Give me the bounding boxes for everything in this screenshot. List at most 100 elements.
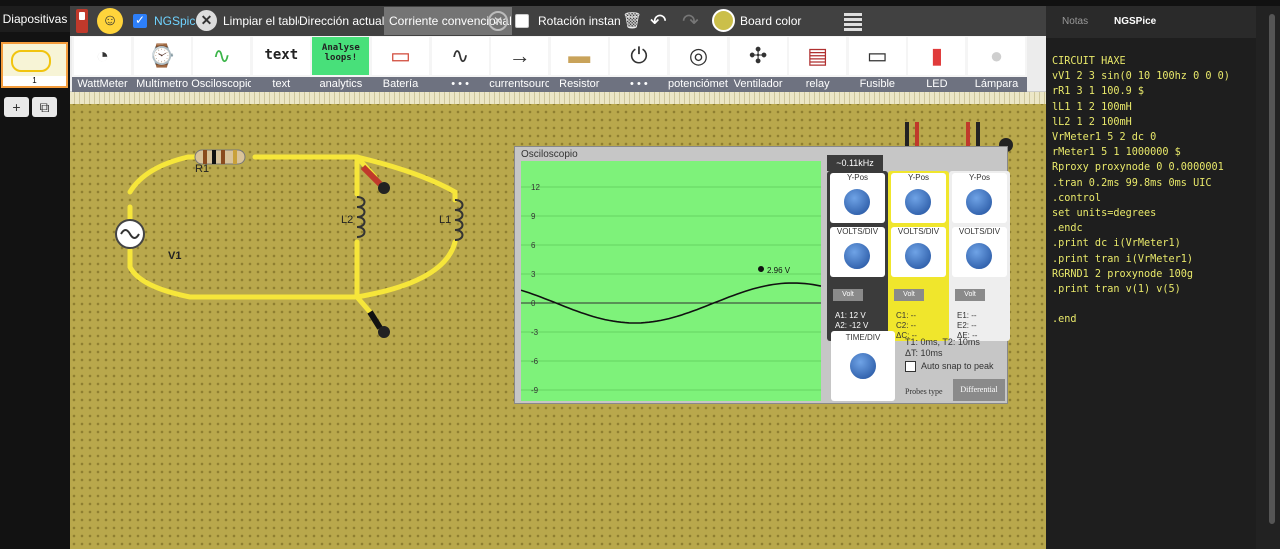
code-line: .endc [1052, 223, 1083, 235]
oscilloscope-window[interactable]: Osciloscopio 129630-3-6-9-122.96 V ~0.11… [514, 146, 1010, 424]
channel-a: Y-PosVOLTS/DIVVoltA1: 12 V A2: -12 V ΔA:… [827, 171, 888, 341]
led-icon: ▮ [908, 37, 966, 75]
code-line: rMeter1 5 1 1000000 $ [1052, 147, 1181, 159]
code-line: .print tran v(1) v(5) [1052, 284, 1181, 296]
code-line: vV1 2 3 sin(0 10 100hz 0 0 0) [1052, 71, 1230, 83]
v1-label: V1 [168, 250, 181, 262]
wattmeter-icon: ◔ [74, 37, 131, 75]
code-line: .end [1052, 314, 1077, 326]
relay-icon: ▤ [789, 37, 847, 75]
scope-probe-e [966, 122, 980, 148]
channel-c: Y-Pos VOLTS/DIV Volt C1: -- C2: -- ΔC: -- [888, 171, 949, 341]
grid-icon[interactable] [844, 11, 862, 31]
wire [354, 294, 373, 315]
palette-label: relay [787, 77, 849, 92]
copy-slide-button[interactable]: ⧉ [32, 97, 57, 117]
palette-label: text [250, 77, 312, 92]
code-line: .print dc i(VrMeter1) [1052, 238, 1181, 250]
palette-label: Osciloscopio [191, 77, 253, 92]
palette-item[interactable]: ▤ relay [787, 36, 849, 92]
delta-t: ΔT: 10ms [905, 348, 943, 358]
add-slide-button[interactable]: + [4, 97, 29, 117]
volts-div-knob[interactable] [903, 241, 933, 271]
volt-button[interactable]: Volt [894, 289, 924, 301]
palette-item[interactable]: ▭ Fusible [846, 36, 908, 92]
rotation-checkbox[interactable] [515, 14, 529, 28]
code-line: lL1 1 2 100mH [1052, 101, 1132, 113]
time-markers: T1: 0ms, T2: 10ms [905, 337, 980, 347]
ypos-knob[interactable] [903, 187, 933, 217]
tab-notes[interactable]: Notas [1062, 6, 1088, 38]
ac-source-icon: ∿ [431, 37, 489, 75]
palette-item[interactable]: ● Lámpara [966, 36, 1027, 92]
oscilloscope-screen[interactable]: 129630-3-6-9-122.96 V [520, 161, 822, 424]
tab-ngspice[interactable]: NGSPice [1114, 6, 1156, 38]
volts-div-knob[interactable] [842, 241, 872, 271]
palette-item[interactable]: ✣ Ventilador [727, 36, 789, 92]
trash-icon[interactable]: 🗑 [622, 11, 642, 31]
volt-button[interactable]: Volt [955, 289, 985, 301]
code-line: .tran 0.2ms 99.8ms 0ms UIC [1052, 177, 1212, 189]
time-info: T1: 0ms, T2: 10ms ΔT: 10ms [905, 337, 980, 359]
palette-item[interactable]: ∿ Osciloscopio [191, 36, 253, 92]
y-tick-label: 12 [531, 183, 540, 192]
board-color-icon[interactable] [712, 9, 735, 32]
palette-item[interactable]: → currentsource [489, 36, 551, 92]
palette-item[interactable]: ▬ Resistor [548, 36, 610, 92]
ac-source-v1 [115, 219, 145, 249]
y-tick-label: -6 [531, 357, 539, 366]
resistor-r1 [194, 149, 246, 165]
potentiometer-icon: ◎ [670, 37, 727, 75]
palette-item[interactable]: ▭ Batería [370, 36, 431, 92]
code-line: lL2 1 2 100mH [1052, 116, 1132, 128]
volts-div-box: VOLTS/DIV [891, 227, 946, 277]
snap-checkbox[interactable] [905, 361, 916, 372]
marker-point [758, 266, 764, 272]
palette-item[interactable]: ◔ WattMeter [72, 36, 133, 92]
component-palette: ◔ WattMeter ⌚ Multímetro ∿ Osciloscopio text te… [70, 36, 1046, 92]
ypos-knob[interactable] [964, 187, 994, 217]
smiley-icon[interactable]: ☺ [97, 8, 123, 34]
palette-item[interactable]: ▮ LED [906, 36, 968, 92]
inductor-l2 [356, 196, 366, 238]
inductor-l1 [454, 199, 464, 241]
resistor-icon: ▬ [550, 37, 608, 75]
channel-e: Y-Pos VOLTS/DIV Volt E1: -- E2: -- ΔE: -- [949, 171, 1010, 341]
r1-label: R1 [195, 163, 209, 175]
undo-icon[interactable]: ↶ [650, 9, 667, 34]
slide-thumbnail[interactable]: 1 [1, 42, 68, 88]
power-switch-icon[interactable] [76, 9, 88, 33]
palette-item[interactable]: ∿ • • • [429, 36, 491, 92]
l1-label: L1 [439, 214, 451, 226]
probes-type-select[interactable]: Differential [953, 379, 1005, 401]
clear-board-icon[interactable]: ✕ [196, 10, 217, 31]
text-icon: text [252, 37, 310, 75]
palette-item[interactable]: text text [250, 36, 312, 92]
time-div-label: TIME/DIV [845, 333, 881, 342]
right-panel: Notas NGSPice CIRCUIT HAXE vV1 2 3 sin(0 … [1046, 6, 1256, 549]
palette-item[interactable]: ⏻ • • • [608, 36, 670, 92]
engine-label: NGSpice [154, 14, 203, 28]
code-line: .print tran i(VrMeter1) [1052, 253, 1194, 265]
scope-probe-a [905, 122, 919, 148]
ypos-knob[interactable] [842, 187, 872, 217]
slides-title: Diapositivas [0, 6, 70, 32]
redo-icon[interactable]: ↷ [682, 9, 699, 34]
ypos-box: Y-Pos [891, 173, 946, 223]
palette-item[interactable]: ⌚ Multímetro [131, 36, 193, 92]
direction-clear-icon[interactable]: ✕ [488, 11, 508, 31]
palette-item[interactable]: Analyse loops! analytics [310, 36, 372, 92]
wire [127, 247, 358, 300]
scrollbar[interactable] [1256, 6, 1280, 549]
time-div-knob[interactable] [848, 351, 878, 381]
ammeter-probe-black [367, 310, 390, 338]
netlist-code[interactable]: CIRCUIT HAXE vV1 2 3 sin(0 10 100hz 0 0 0… [1052, 54, 1252, 328]
board-color-button[interactable]: Board color [740, 6, 801, 36]
volts-div-knob[interactable] [964, 241, 994, 271]
code-line: rR1 3 1 100.9 $ [1052, 86, 1145, 98]
palette-label: • • • [429, 77, 491, 92]
engine-checkbox[interactable] [133, 13, 147, 28]
ypos-label: Y-Pos [907, 173, 930, 182]
palette-item[interactable]: ◎ potenciómetro [668, 36, 729, 92]
volt-button[interactable]: Volt [833, 289, 863, 301]
